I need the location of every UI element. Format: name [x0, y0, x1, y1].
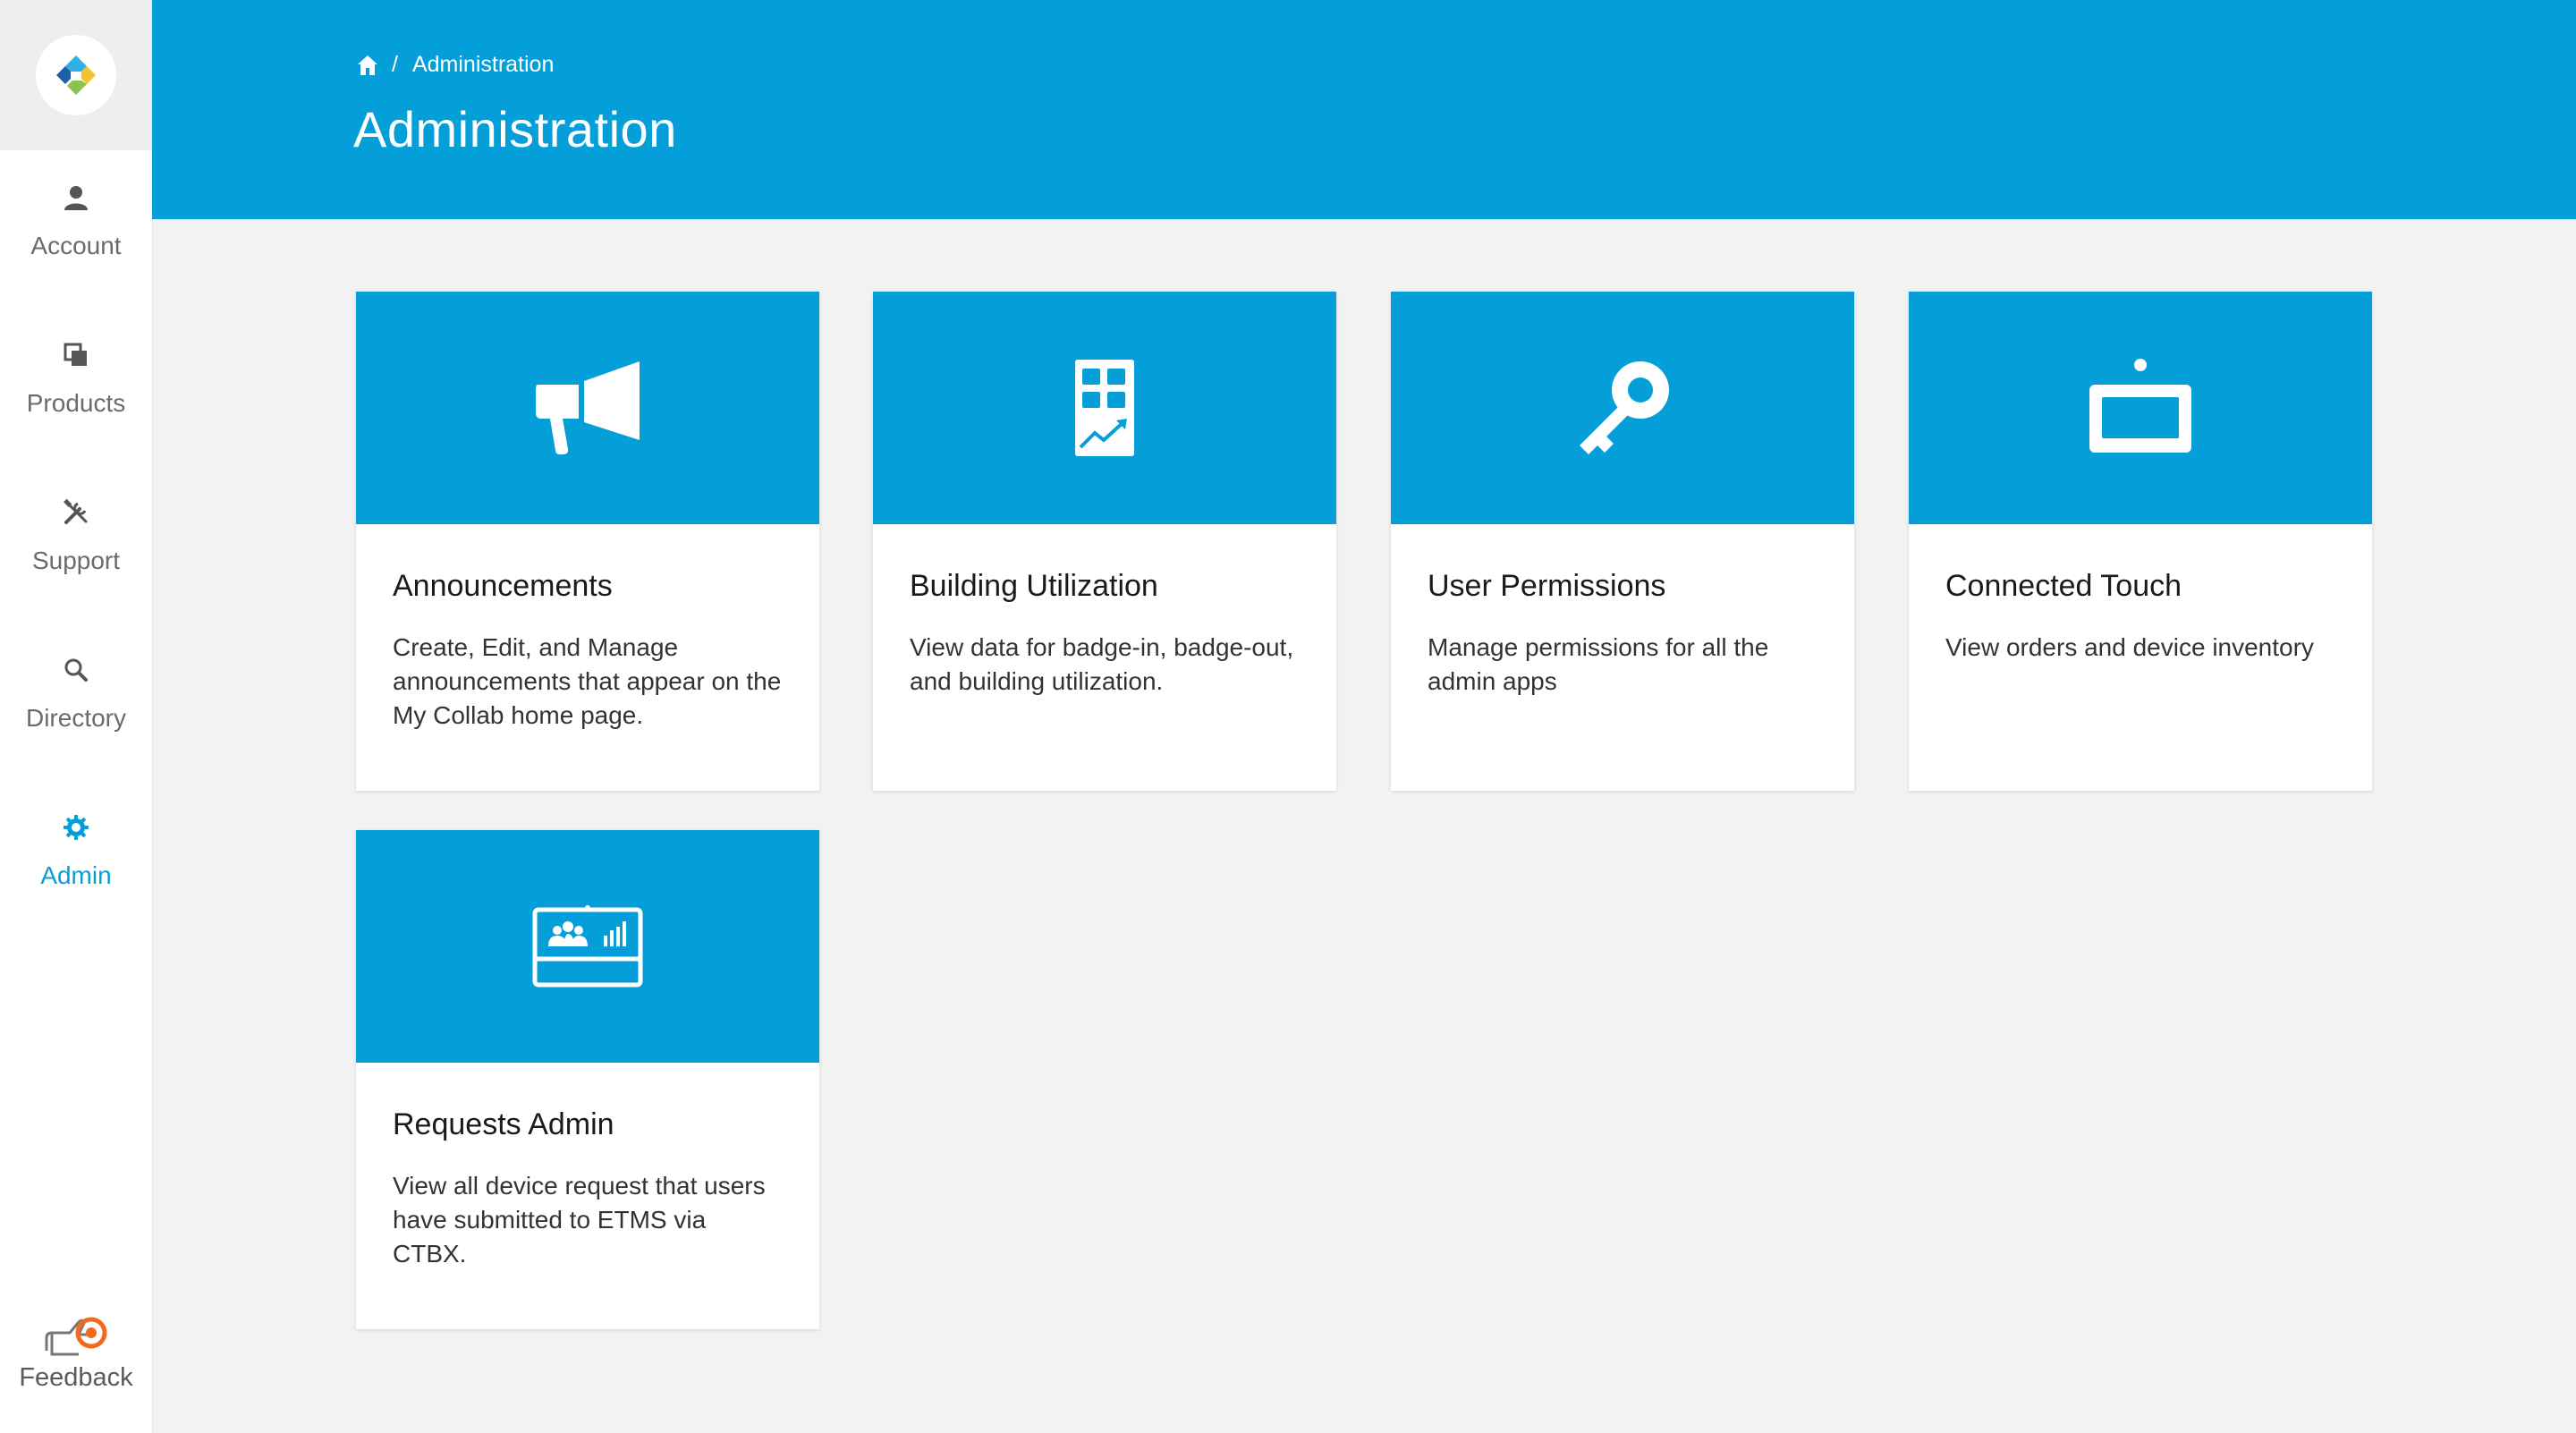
sidebar-item-account[interactable]: Account — [0, 183, 152, 260]
card-banner — [356, 830, 819, 1063]
dashboard-screen-icon — [532, 905, 643, 988]
tools-icon — [64, 498, 88, 524]
sidebar-item-label: Admin — [40, 861, 112, 889]
logo-icon — [56, 55, 96, 95]
sidebar-item-label: Directory — [25, 704, 126, 732]
building-chart-icon — [1075, 360, 1134, 456]
home-icon[interactable] — [356, 54, 379, 77]
card-title: Building Utilization — [910, 569, 1158, 603]
gear-icon — [64, 815, 89, 840]
logo-area — [0, 0, 152, 150]
card-banner — [356, 292, 819, 524]
card-user-permissions[interactable]: User Permissions Manage permissions for … — [1391, 292, 1854, 791]
card-title: Announcements — [393, 569, 613, 603]
card-description: View all device request that users have … — [393, 1172, 766, 1268]
feedback-label: Feedback — [19, 1363, 133, 1392]
app-logo[interactable] — [36, 35, 116, 115]
sidebar: Account Products Support Directory Admin… — [0, 0, 153, 1433]
card-requests-admin[interactable]: Requests Admin View all device request t… — [356, 830, 819, 1329]
app-root: Account Products Support Directory Admin… — [0, 0, 2576, 1433]
card-description: View data for badge-in, badge-out, and b… — [910, 633, 1294, 695]
card-announcements[interactable]: Announcements Create, Edit, and Manage a… — [356, 292, 819, 791]
sidebar-item-label: Account — [30, 232, 122, 259]
breadcrumb-current: Administration — [411, 52, 555, 77]
search-icon — [64, 658, 88, 682]
card-description: Create, Edit, and Manage announcements t… — [393, 633, 782, 729]
megaphone-icon — [536, 361, 640, 454]
feedback-button[interactable]: Feedback — [0, 1315, 152, 1393]
card-title: User Permissions — [1428, 569, 1666, 603]
key-icon — [1580, 361, 1669, 454]
sidebar-item-admin[interactable]: Admin — [0, 813, 152, 890]
card-banner — [873, 292, 1336, 524]
page-title: Administration — [353, 101, 677, 157]
card-connected-touch[interactable]: Connected Touch View orders and device i… — [1909, 292, 2372, 791]
touch-device-icon — [2089, 359, 2191, 453]
card-banner — [1909, 292, 2372, 524]
sidebar-item-label: Products — [26, 389, 126, 417]
breadcrumb-separator: / — [392, 52, 398, 77]
sidebar-item-directory[interactable]: Directory — [0, 656, 152, 733]
sidebar-item-products[interactable]: Products — [0, 341, 152, 418]
sidebar-item-support[interactable]: Support — [0, 498, 152, 575]
person-icon — [64, 186, 88, 210]
page-header: / Administration Administration — [152, 0, 2576, 219]
breadcrumb: / Administration — [356, 52, 554, 78]
card-title: Connected Touch — [1945, 569, 2182, 603]
card-banner — [1391, 292, 1854, 524]
feedback-icon — [45, 1317, 107, 1356]
card-building-utilization[interactable]: Building Utilization View data for badge… — [873, 292, 1336, 791]
sidebar-item-label: Support — [31, 547, 121, 574]
card-description: View orders and device inventory — [1945, 633, 2314, 661]
products-icon — [64, 343, 87, 366]
card-title: Requests Admin — [393, 1107, 614, 1141]
card-description: Manage permissions for all the admin app… — [1428, 633, 1769, 695]
